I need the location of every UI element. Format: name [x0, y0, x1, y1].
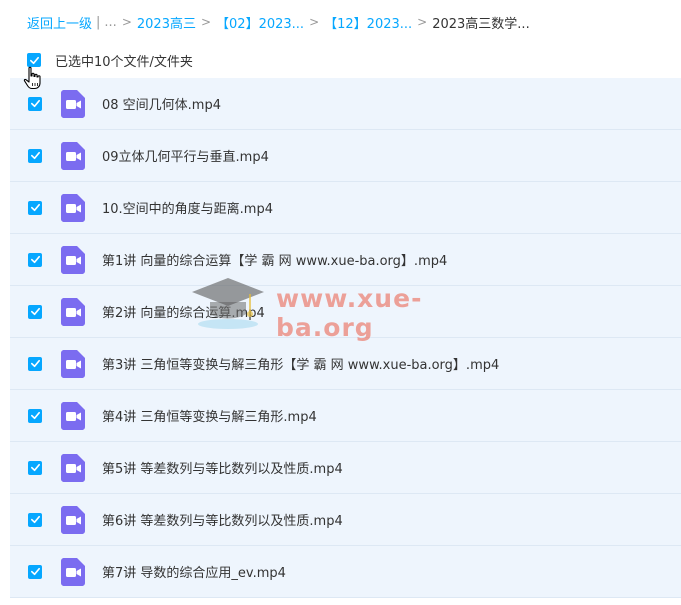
- file-name[interactable]: 第4讲 三角恒等变换与解三角形.mp4: [102, 406, 317, 425]
- file-checkbox[interactable]: [28, 460, 42, 475]
- file-row[interactable]: 09立体几何平行与垂直.mp4: [10, 130, 681, 182]
- selection-count-text: 已选中10个文件/文件夹: [55, 54, 193, 70]
- video-file-icon: [61, 453, 85, 482]
- breadcrumb-separator: >: [121, 15, 132, 29]
- check-icon: [30, 411, 40, 420]
- check-icon: [29, 56, 39, 64]
- file-name[interactable]: 第3讲 三角恒等变换与解三角形【学 霸 网 www.xue-ba.org】.mp…: [102, 354, 499, 373]
- select-all-checkbox[interactable]: [27, 53, 41, 67]
- check-icon: [30, 567, 40, 576]
- check-icon: [30, 151, 40, 160]
- breadcrumb-separator: >: [309, 15, 320, 29]
- check-icon: [30, 463, 40, 472]
- file-checkbox[interactable]: [28, 512, 42, 527]
- check-icon: [30, 255, 40, 264]
- file-name[interactable]: 第5讲 等差数列与等比数列以及性质.mp4: [102, 458, 343, 477]
- file-name[interactable]: 09立体几何平行与垂直.mp4: [102, 146, 269, 165]
- hand-cursor-icon: [23, 66, 41, 90]
- breadcrumb-current: 2023高三数学...: [432, 16, 530, 32]
- file-name[interactable]: 08 空间几何体.mp4: [102, 94, 221, 113]
- file-row[interactable]: 第4讲 三角恒等变换与解三角形.mp4: [10, 390, 681, 442]
- video-file-icon: [61, 505, 85, 534]
- breadcrumb-back-link[interactable]: 返回上一级: [27, 13, 92, 32]
- file-name[interactable]: 第6讲 等差数列与等比数列以及性质.mp4: [102, 510, 343, 529]
- file-name[interactable]: 10.空间中的角度与距离.mp4: [102, 198, 273, 217]
- selection-bar: 已选中10个文件/文件夹: [27, 50, 193, 70]
- file-row[interactable]: 08 空间几何体.mp4: [10, 78, 681, 130]
- breadcrumb-separator: >: [200, 15, 212, 29]
- video-file-icon: [61, 557, 85, 586]
- file-checkbox[interactable]: [28, 148, 42, 163]
- check-icon: [30, 307, 40, 316]
- breadcrumb-pipe: |: [96, 14, 101, 30]
- breadcrumb-item-2023[interactable]: 2023高三: [137, 13, 196, 32]
- breadcrumb-item-02[interactable]: 【02】2023...: [216, 13, 304, 32]
- file-checkbox[interactable]: [28, 200, 42, 215]
- breadcrumb-separator: >: [417, 15, 428, 29]
- check-icon: [30, 515, 40, 524]
- check-icon: [30, 203, 40, 212]
- file-checkbox[interactable]: [28, 564, 42, 579]
- breadcrumb-item-12[interactable]: 【12】2023...: [324, 13, 412, 32]
- video-file-icon: [61, 245, 85, 274]
- file-row[interactable]: 第1讲 向量的综合运算【学 霸 网 www.xue-ba.org】.mp4: [10, 234, 681, 286]
- file-row[interactable]: 10.空间中的角度与距离.mp4: [10, 182, 681, 234]
- file-name[interactable]: 第2讲 向量的综合运算.mp4: [102, 302, 265, 321]
- file-name[interactable]: 第1讲 向量的综合运算【学 霸 网 www.xue-ba.org】.mp4: [102, 250, 447, 269]
- video-file-icon: [61, 401, 85, 430]
- file-row[interactable]: 第3讲 三角恒等变换与解三角形【学 霸 网 www.xue-ba.org】.mp…: [10, 338, 681, 390]
- file-checkbox[interactable]: [28, 96, 42, 111]
- breadcrumb-ellipsis[interactable]: ...: [104, 15, 116, 30]
- video-file-icon: [61, 141, 85, 170]
- file-row[interactable]: 第7讲 导数的综合应用_ev.mp4: [10, 546, 681, 598]
- file-name[interactable]: 第7讲 导数的综合应用_ev.mp4: [102, 562, 286, 581]
- video-file-icon: [61, 89, 85, 118]
- file-checkbox[interactable]: [28, 304, 42, 319]
- file-row[interactable]: 第6讲 等差数列与等比数列以及性质.mp4: [10, 494, 681, 546]
- video-file-icon: [61, 297, 85, 326]
- file-row[interactable]: 第2讲 向量的综合运算.mp4: [10, 286, 681, 338]
- file-checkbox[interactable]: [28, 252, 42, 267]
- breadcrumb: 返回上一级 | ... > 2023高三 > 【02】2023... > 【12…: [27, 13, 530, 32]
- file-list: 08 空间几何体.mp4 09立体几何平行与垂直.mp4 10.空间中的角度与距离.…: [10, 78, 681, 598]
- video-file-icon: [61, 349, 85, 378]
- file-row[interactable]: 第5讲 等差数列与等比数列以及性质.mp4: [10, 442, 681, 494]
- check-icon: [30, 359, 40, 368]
- check-icon: [30, 99, 40, 108]
- file-checkbox[interactable]: [28, 356, 42, 371]
- video-file-icon: [61, 193, 85, 222]
- file-checkbox[interactable]: [28, 408, 42, 423]
